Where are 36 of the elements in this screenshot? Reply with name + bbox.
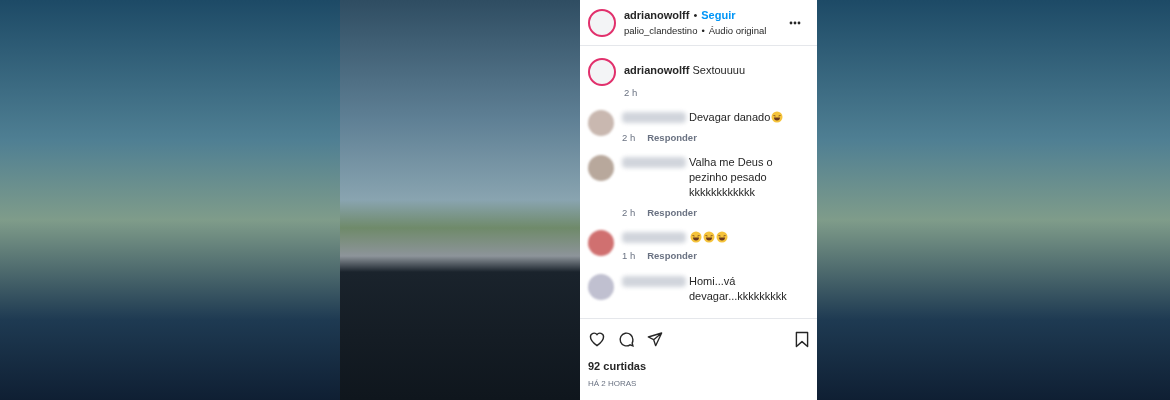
blurred-username bbox=[622, 232, 686, 244]
audio-username[interactable]: palio_clandestino bbox=[624, 23, 698, 38]
bookmark-icon[interactable] bbox=[795, 330, 809, 348]
blurred-username bbox=[622, 157, 686, 168]
send-icon[interactable] bbox=[647, 331, 663, 347]
avatar[interactable] bbox=[588, 8, 616, 37]
laughing-emoji-icon bbox=[690, 231, 702, 244]
username[interactable]: adrianowolff bbox=[624, 64, 690, 76]
timestamp: 2 h bbox=[624, 85, 639, 100]
timestamp: 1 h bbox=[622, 249, 636, 264]
reply-link[interactable]: Responder bbox=[647, 206, 697, 221]
separator-dot: • bbox=[693, 8, 698, 24]
laughing-emoji-icon bbox=[703, 231, 715, 244]
more-options-icon[interactable] bbox=[789, 20, 801, 25]
caption-text: Sextouuuu bbox=[692, 64, 746, 76]
reply-link[interactable]: Responder bbox=[647, 130, 697, 145]
reply-link[interactable]: Responder bbox=[647, 249, 697, 264]
likes-count[interactable]: 92 curtidas bbox=[580, 357, 817, 374]
avatar[interactable] bbox=[588, 58, 616, 86]
comment-text: Valha me Deus o pezinho pesado kkkkkkkkkkkk bbox=[689, 155, 774, 200]
username[interactable]: adrianowolff bbox=[624, 7, 690, 24]
blurred-username bbox=[622, 275, 686, 287]
avatar[interactable] bbox=[588, 230, 614, 257]
audio-label[interactable]: Áudio original bbox=[708, 23, 767, 38]
blurred-username bbox=[622, 111, 686, 123]
separator-dot: • bbox=[701, 23, 705, 38]
timestamp: 2 h bbox=[622, 206, 636, 220]
timestamp: 2 h bbox=[622, 130, 636, 145]
laughing-emoji-icon bbox=[771, 110, 784, 123]
comment-icon[interactable] bbox=[618, 330, 635, 348]
avatar[interactable] bbox=[588, 155, 614, 181]
comment-text: Homi...vá devagar...kkkkkkkkk bbox=[689, 273, 788, 304]
comment-text: Devagar danado bbox=[689, 109, 771, 125]
heart-icon[interactable] bbox=[588, 331, 606, 347]
post-time: HÁ 2 HORAS bbox=[587, 378, 638, 390]
laughing-emoji-icon bbox=[716, 231, 728, 244]
